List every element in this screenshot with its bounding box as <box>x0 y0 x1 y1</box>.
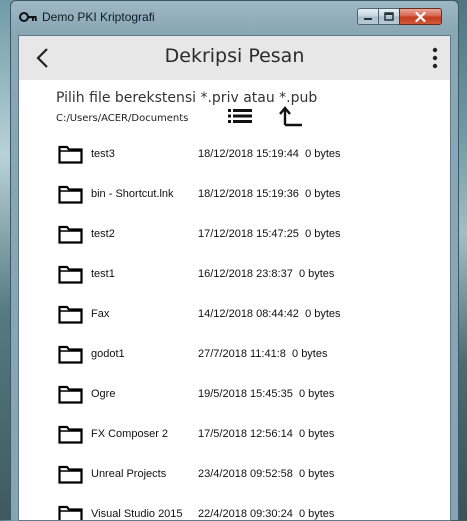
file-row[interactable]: Fax 14/12/2018 08:44:42 0 bytes <box>19 295 450 335</box>
file-row[interactable]: bin - Shortcut.lnk 18/12/2018 15:19:36 0 … <box>19 175 450 215</box>
file-meta: 23/4/2018 09:52:58 0 bytes <box>198 468 334 480</box>
file-size: 0 bytes <box>298 268 335 280</box>
file-row[interactable]: godot1 27/7/2018 11:41:8 0 bytes <box>19 335 450 375</box>
file-name: Unreal Projects <box>91 468 167 480</box>
file-date: 23/4/2018 09:52:58 <box>198 468 293 480</box>
file-name: test1 <box>91 268 115 280</box>
file-meta: 19/5/2018 15:45:35 0 bytes <box>198 388 334 400</box>
file-name: FX Composer 2 <box>91 428 169 440</box>
file-meta: 22/4/2018 09:30:24 0 bytes <box>198 508 334 520</box>
more-vertical-icon[interactable] <box>430 46 440 70</box>
file-row[interactable]: test2 17/12/2018 15:47:25 0 bytes <box>19 215 450 255</box>
page-title: Dekripsi Pesan <box>164 45 305 67</box>
file-name: Ogre <box>91 388 116 400</box>
folder-icon <box>58 345 83 364</box>
current-path: C:/Users/ACER/Documents <box>56 113 189 124</box>
file-size: 0 bytes <box>298 468 335 480</box>
file-meta: 18/12/2018 15:19:44 0 bytes <box>198 148 341 160</box>
app-window: Demo PKI Kriptografi Dekripsi Pesan Pili… <box>10 0 459 521</box>
file-size: 0 bytes <box>305 308 341 320</box>
file-name: test2 <box>91 228 115 240</box>
file-date: 14/12/2018 08:44:42 <box>198 308 299 320</box>
parent-directory-icon[interactable] <box>279 104 303 128</box>
file-name: bin - Shortcut.lnk <box>91 188 174 200</box>
folder-icon <box>58 185 83 204</box>
folder-icon <box>58 505 83 520</box>
file-name: godot1 <box>91 348 125 360</box>
file-size: 0 bytes <box>292 348 328 360</box>
maximize-button[interactable] <box>378 8 400 25</box>
file-row[interactable]: Ogre 19/5/2018 15:45:35 0 bytes <box>19 375 450 415</box>
file-size: 0 bytes <box>305 188 341 200</box>
minimize-icon <box>364 17 372 20</box>
folder-icon <box>58 385 83 404</box>
file-meta: 17/5/2018 12:56:14 0 bytes <box>198 428 334 440</box>
file-row[interactable]: test3 18/12/2018 15:19:44 0 bytes <box>19 135 450 175</box>
close-button[interactable] <box>399 8 442 25</box>
file-meta: 18/12/2018 15:19:36 0 bytes <box>198 188 341 200</box>
file-size: 0 bytes <box>305 148 341 160</box>
file-meta: 27/7/2018 11:41:8 0 bytes <box>198 348 327 360</box>
folder-icon <box>58 305 83 324</box>
file-size: 0 bytes <box>298 428 335 440</box>
file-date: 16/12/2018 23:8:37 <box>198 268 293 280</box>
folder-icon <box>58 225 83 244</box>
file-row[interactable]: FX Composer 2 17/5/2018 12:56:14 0 bytes <box>19 415 450 455</box>
maximize-icon <box>384 12 394 21</box>
file-meta: 17/12/2018 15:47:25 0 bytes <box>198 228 341 240</box>
app-content: Dekripsi Pesan Pilih file berekstensi *.… <box>18 35 451 521</box>
file-row[interactable]: test1 16/12/2018 23:8:37 0 bytes <box>19 255 450 295</box>
title-bar[interactable]: Demo PKI Kriptografi <box>11 1 458 35</box>
file-row[interactable]: Unreal Projects 23/4/2018 09:52:58 0 byte… <box>19 455 450 495</box>
file-size: 0 bytes <box>298 388 335 400</box>
window-title: Demo PKI Kriptografi <box>42 10 155 24</box>
close-icon <box>415 11 426 22</box>
file-size: 0 bytes <box>305 228 341 240</box>
file-name: Visual Studio 2015 <box>91 508 183 520</box>
file-date: 18/12/2018 15:19:36 <box>198 188 299 200</box>
folder-icon <box>58 265 83 284</box>
file-date: 19/5/2018 15:45:35 <box>198 388 293 400</box>
file-meta: 14/12/2018 08:44:42 0 bytes <box>198 308 341 320</box>
file-name: test3 <box>91 148 115 160</box>
file-meta: 16/12/2018 23:8:37 0 bytes <box>198 268 334 280</box>
file-name: Fax <box>91 308 110 320</box>
folder-icon <box>58 465 83 484</box>
folder-icon <box>58 145 83 164</box>
app-bar: Dekripsi Pesan <box>19 36 450 80</box>
minimize-button[interactable] <box>357 8 379 25</box>
file-date: 18/12/2018 15:19:44 <box>198 148 299 160</box>
file-date: 27/7/2018 11:41:8 <box>198 348 286 360</box>
file-size: 0 bytes <box>298 508 335 520</box>
list-view-icon[interactable] <box>228 108 252 124</box>
file-row[interactable]: Visual Studio 2015 22/4/2018 09:30:24 0 b… <box>19 495 450 520</box>
file-date: 22/4/2018 09:30:24 <box>198 508 293 520</box>
file-date: 17/12/2018 15:47:25 <box>198 228 299 240</box>
key-icon <box>19 12 37 22</box>
file-date: 17/5/2018 12:56:14 <box>198 428 293 440</box>
folder-icon <box>58 425 83 444</box>
